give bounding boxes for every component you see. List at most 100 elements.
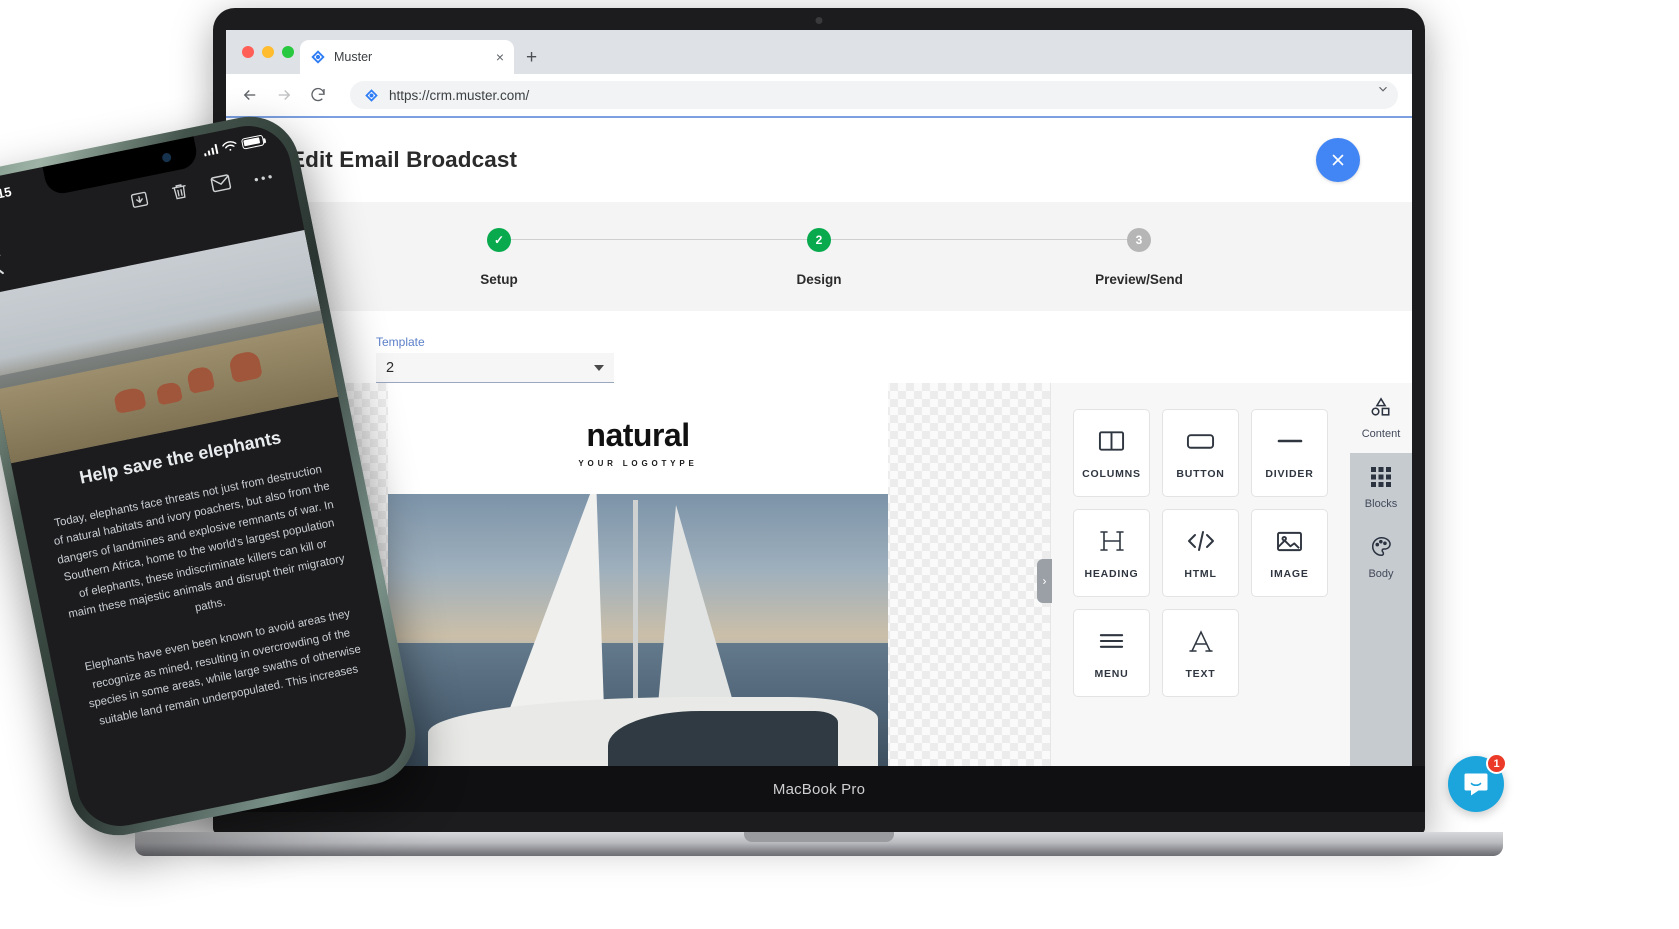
menu-lines-icon [1098, 626, 1125, 656]
template-field-zone: Template 2 [226, 311, 1412, 383]
sail-shape [658, 505, 734, 705]
intercom-unread-badge: 1 [1486, 753, 1507, 774]
muster-diamond-icon [311, 50, 325, 64]
step-label: Design [796, 272, 842, 287]
caret-down-icon [594, 364, 604, 371]
reload-icon[interactable] [308, 85, 328, 105]
button-icon [1186, 426, 1215, 456]
tab-label: Content [1361, 427, 1401, 440]
maximize-window-button[interactable] [282, 46, 294, 58]
close-icon [1332, 154, 1344, 166]
block-tile-columns[interactable]: COLUMNS [1073, 409, 1150, 497]
deck-shadow-shape [608, 711, 838, 769]
browser-tab-title: Muster [334, 50, 373, 64]
tab-label: Blocks [1364, 497, 1398, 510]
template-selected-value: 2 [386, 359, 395, 376]
wifi-icon [222, 141, 237, 151]
phone-status-icons [202, 134, 265, 158]
editor-side-tabs: Content Blocks Body [1350, 383, 1412, 775]
block-label: COLUMNS [1082, 468, 1141, 480]
window-traffic-lights [242, 46, 294, 58]
email-preview: natural YOUR LOGOTYPE [388, 383, 888, 775]
tab-close-icon[interactable]: × [496, 50, 504, 64]
chat-bubble-icon [1464, 773, 1488, 796]
address-bar-url: https://crm.muster.com/ [389, 87, 530, 103]
heading-icon [1099, 526, 1125, 556]
block-tile-html[interactable]: HTML [1162, 509, 1239, 597]
block-tile-text[interactable]: TEXT [1162, 609, 1239, 697]
block-label: HTML [1184, 568, 1217, 580]
step-badge: ✓ [487, 228, 511, 252]
palette-icon [1371, 536, 1392, 562]
columns-icon [1098, 426, 1125, 456]
step-design[interactable]: 2 Design [659, 228, 1139, 287]
block-label: HEADING [1084, 568, 1139, 580]
template-select[interactable]: 2 [376, 353, 614, 383]
app-header: Edit Email Broadcast [226, 118, 1412, 202]
new-tab-button[interactable]: + [526, 48, 537, 67]
block-tile-divider[interactable]: DIVIDER [1251, 409, 1328, 497]
more-dots-icon[interactable] [251, 166, 274, 188]
block-label: TEXT [1185, 668, 1216, 680]
image-icon [1276, 526, 1303, 556]
logo-wordmark: natural [586, 417, 690, 453]
step-badge: 2 [807, 228, 831, 252]
browser-menu-icon[interactable] [1376, 82, 1390, 99]
block-tile-heading[interactable]: HEADING [1073, 509, 1150, 597]
mast-shape [633, 499, 638, 714]
template-label: Template [376, 335, 425, 349]
step-connector [499, 239, 819, 240]
email-hero-image[interactable] [388, 494, 888, 769]
browser-tab-bar: Muster × + [226, 30, 1412, 74]
page-title: Edit Email Broadcast [290, 147, 518, 172]
tab-blocks[interactable]: Blocks [1350, 453, 1412, 523]
signal-bars-icon [202, 143, 219, 157]
text-a-icon [1188, 626, 1213, 656]
close-window-button[interactable] [242, 46, 254, 58]
back-icon[interactable] [240, 85, 260, 105]
laptop-base [135, 832, 1503, 856]
collapse-panel-handle[interactable]: › [1037, 559, 1052, 603]
sail-shape [509, 494, 621, 708]
block-tile-button[interactable]: BUTTON [1162, 409, 1239, 497]
archive-icon[interactable] [128, 189, 151, 216]
tab-label: Body [1368, 568, 1394, 580]
logo-subtitle: YOUR LOGOTYPE [578, 459, 698, 468]
block-label: DIVIDER [1265, 468, 1314, 480]
divider-icon [1276, 426, 1304, 456]
grid-icon [1371, 466, 1391, 492]
block-label: IMAGE [1270, 568, 1309, 580]
minimize-window-button[interactable] [262, 46, 274, 58]
step-connector [819, 239, 1139, 240]
block-tile-menu[interactable]: MENU [1073, 609, 1150, 697]
code-icon [1186, 526, 1216, 556]
tab-content[interactable]: Content [1350, 383, 1412, 453]
battery-icon [240, 134, 265, 150]
shapes-icon [1370, 396, 1392, 422]
webcam-icon [815, 17, 823, 24]
block-label: BUTTON [1176, 468, 1225, 480]
close-dialog-button[interactable] [1316, 138, 1360, 182]
screenshot-stage: Muster × + https://crm.muster.com/ Edit … [0, 0, 1679, 929]
email-logo-block[interactable]: natural YOUR LOGOTYPE [388, 383, 888, 494]
trash-icon[interactable] [169, 180, 192, 207]
step-preview-send[interactable]: 3 Preview/Send [979, 228, 1299, 287]
address-bar[interactable]: https://crm.muster.com/ [350, 81, 1398, 109]
step-badge: 3 [1127, 228, 1151, 252]
wizard-stepper: ✓ Setup 2 Design 3 Preview/Send [226, 202, 1412, 311]
browser-tab[interactable]: Muster × [300, 40, 514, 74]
browser-toolbar: https://crm.muster.com/ [226, 74, 1412, 118]
step-label: Setup [480, 272, 518, 287]
tab-body[interactable]: Body [1350, 523, 1412, 593]
laptop-model-label: MacBook Pro [772, 780, 866, 798]
block-tile-image[interactable]: IMAGE [1251, 509, 1328, 597]
phone-clock: 11:15 [0, 183, 13, 205]
block-label: MENU [1094, 668, 1129, 680]
step-setup[interactable]: ✓ Setup [339, 228, 819, 287]
intercom-launcher[interactable]: 1 [1448, 753, 1507, 812]
forward-icon[interactable] [274, 85, 294, 105]
envelope-icon[interactable] [209, 172, 234, 200]
chevron-left-icon [0, 254, 4, 275]
blocks-grid: COLUMNS BUTTON DIVIDER HEADING HTML IMAG… [1073, 409, 1328, 697]
muster-diamond-icon [365, 88, 378, 102]
